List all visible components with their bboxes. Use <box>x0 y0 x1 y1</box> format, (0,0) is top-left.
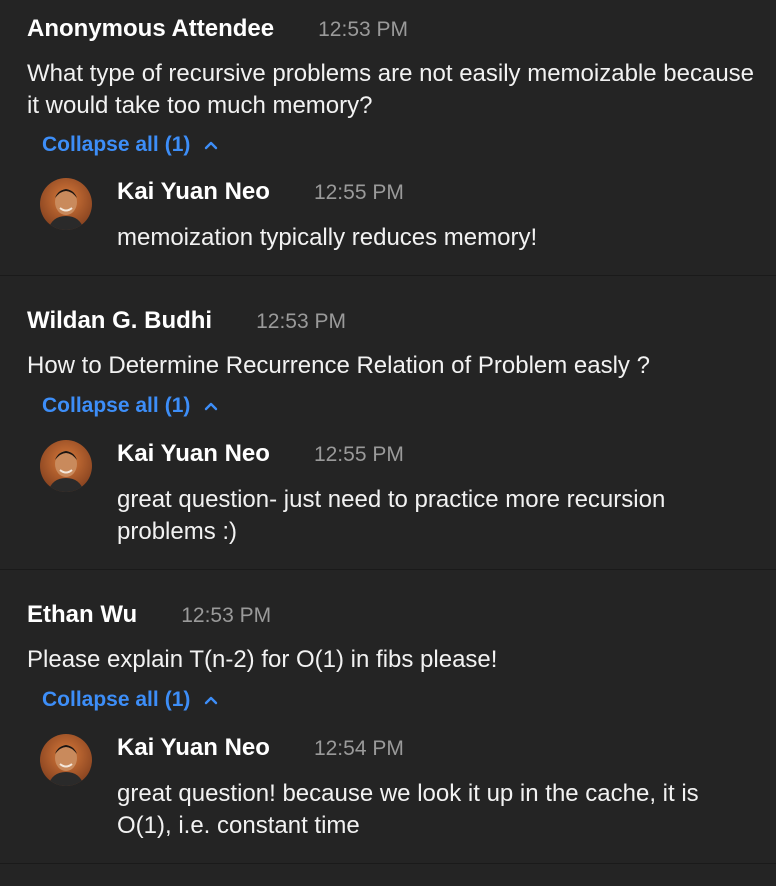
collapse-all-button[interactable]: Collapse all (1) <box>42 394 218 418</box>
question-item: Ethan Wu 12:53 PM Please explain T(n-2) … <box>0 570 776 864</box>
user-avatar-icon <box>40 178 92 230</box>
question-text: Please explain T(n-2) for O(1) in fibs p… <box>27 646 498 673</box>
user-avatar-icon <box>40 440 92 492</box>
answer-text: great question! because we look it up in… <box>117 780 699 839</box>
question-author: Wildan G. Budhi <box>27 307 213 334</box>
answer-text: memoization typically reduces memory! <box>117 224 538 251</box>
answer-author: Kai Yuan Neo <box>117 440 270 467</box>
answer-timestamp: 12:55 PM <box>313 443 404 466</box>
question-item: Wildan G. Budhi 12:53 PM How to Determin… <box>0 276 776 570</box>
answer-header: Kai Yuan Neo 12:55 PM <box>117 178 404 206</box>
chevron-up-icon <box>205 402 218 411</box>
reply-count: (1) <box>164 133 191 156</box>
question-timestamp: 12:53 PM <box>318 18 409 41</box>
collapse-all-label: Collapse all <box>42 394 159 417</box>
question-timestamp: 12:53 PM <box>181 604 272 627</box>
question-text: What type of recursive problems are not … <box>27 60 755 119</box>
avatar <box>40 440 92 492</box>
question-author: Anonymous Attendee <box>27 15 275 42</box>
qa-list: Anonymous Attendee 12:53 PM What type of… <box>0 0 776 864</box>
user-avatar-icon <box>40 734 92 786</box>
answer-author: Kai Yuan Neo <box>117 178 270 205</box>
collapse-all-button[interactable]: Collapse all (1) <box>42 133 218 157</box>
chevron-up-icon <box>205 696 218 705</box>
answer-timestamp: 12:54 PM <box>313 737 404 760</box>
answer-header: Kai Yuan Neo 12:55 PM <box>117 440 404 468</box>
question-header: Anonymous Attendee 12:53 PM <box>27 15 408 43</box>
reply-count: (1) <box>164 394 191 417</box>
avatar <box>40 734 92 786</box>
question-header: Wildan G. Budhi 12:53 PM <box>27 307 346 335</box>
reply-count: (1) <box>164 688 191 711</box>
avatar <box>40 178 92 230</box>
collapse-all-label: Collapse all <box>42 133 159 156</box>
question-author: Ethan Wu <box>27 601 138 628</box>
answer-author: Kai Yuan Neo <box>117 734 270 761</box>
question-text: How to Determine Recurrence Relation of … <box>27 352 650 379</box>
answer-header: Kai Yuan Neo 12:54 PM <box>117 734 404 762</box>
question-timestamp: 12:53 PM <box>256 310 346 333</box>
collapse-all-label: Collapse all <box>42 688 159 711</box>
collapse-all-button[interactable]: Collapse all (1) <box>42 688 218 712</box>
answer-timestamp: 12:55 PM <box>313 181 404 204</box>
answer-text: great question- just need to practice mo… <box>117 486 666 545</box>
question-item: Anonymous Attendee 12:53 PM What type of… <box>0 0 776 276</box>
question-header: Ethan Wu 12:53 PM <box>27 601 271 629</box>
chevron-up-icon <box>205 141 218 150</box>
